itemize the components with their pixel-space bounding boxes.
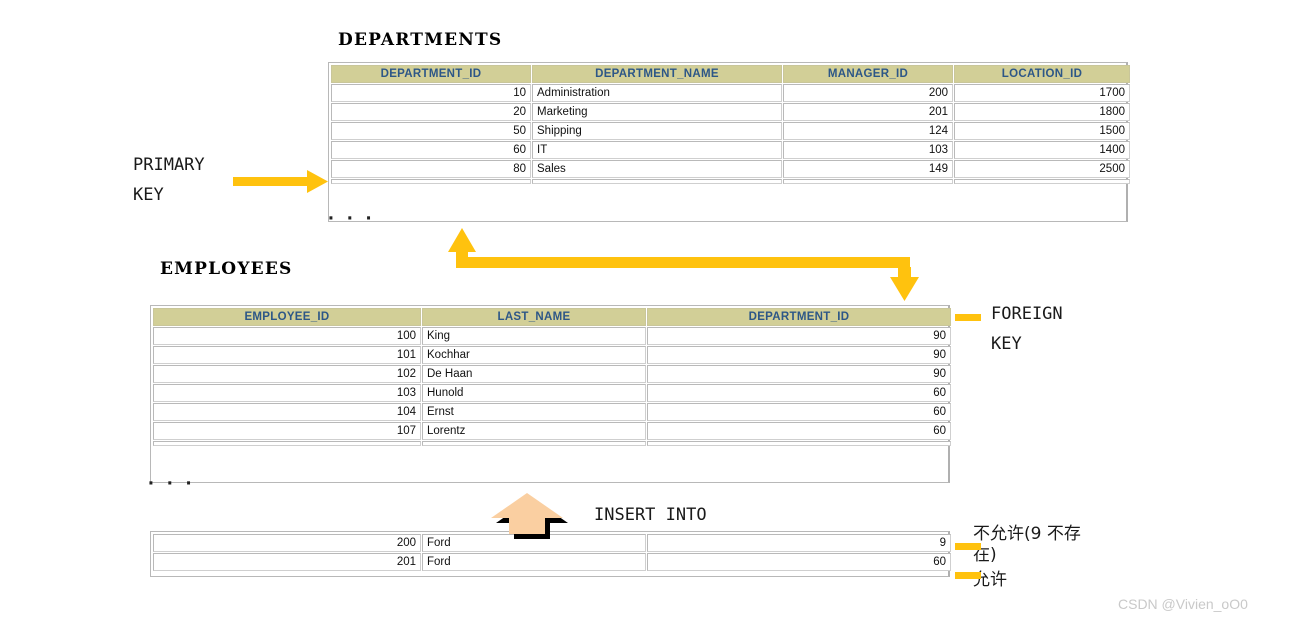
column-header-location-id: LOCATION_ID — [954, 65, 1130, 83]
cell-clipped — [954, 179, 1130, 184]
table-row: 200 Ford 9 — [153, 534, 951, 552]
cell-employee-id: 102 — [153, 365, 421, 383]
cell-department-id: 60 — [647, 403, 951, 421]
table-row: 104 Ernst 60 — [153, 403, 951, 421]
cell-employee-id: 101 — [153, 346, 421, 364]
cell-location-id: 1400 — [954, 141, 1130, 159]
cell-department-name: Shipping — [532, 122, 782, 140]
cell-last-name: Kochhar — [422, 346, 646, 364]
cell-department-id: 60 — [647, 553, 951, 571]
cell-location-id: 1700 — [954, 84, 1130, 102]
cell-location-id: 1500 — [954, 122, 1130, 140]
cell-department-id: 9 — [647, 534, 951, 552]
cell-department-id: 20 — [331, 103, 531, 121]
employees-table: EMPLOYEE_ID LAST_NAME DEPARTMENT_ID 100 … — [150, 305, 951, 483]
cell-department-id: 10 — [331, 84, 531, 102]
cell-employee-id: 103 — [153, 384, 421, 402]
column-header-department-id: DEPARTMENT_ID — [331, 65, 531, 83]
table-row: 50 Shipping 124 1500 — [331, 122, 1130, 140]
cell-last-name: Lorentz — [422, 422, 646, 440]
cell-department-name: IT — [532, 141, 782, 159]
allowed-dash-marker — [955, 572, 981, 579]
cell-last-name: Ford — [422, 553, 646, 571]
departments-ellipsis: · · · — [328, 207, 376, 230]
cell-clipped — [153, 441, 421, 446]
cell-manager-id: 124 — [783, 122, 953, 140]
cell-employee-id: 200 — [153, 534, 421, 552]
employees-ellipsis: · · · — [148, 472, 196, 495]
watermark-text: CSDN @Vivien_oO0 — [1118, 596, 1248, 612]
table-header-row: DEPARTMENT_ID DEPARTMENT_NAME MANAGER_ID… — [331, 65, 1130, 83]
cell-department-id: 50 — [331, 122, 531, 140]
cell-manager-id: 149 — [783, 160, 953, 178]
cell-department-id: 60 — [647, 422, 951, 440]
column-header-employee-id: EMPLOYEE_ID — [153, 308, 421, 326]
departments-table: DEPARTMENT_ID DEPARTMENT_NAME MANAGER_ID… — [328, 62, 1130, 222]
table-row: 102 De Haan 90 — [153, 365, 951, 383]
cell-clipped — [647, 441, 951, 446]
cell-department-id: 80 — [331, 160, 531, 178]
cell-clipped — [783, 179, 953, 184]
cell-employee-id: 100 — [153, 327, 421, 345]
foreign-key-dash-marker — [955, 314, 981, 321]
column-header-last-name: LAST_NAME — [422, 308, 646, 326]
column-header-department-name: DEPARTMENT_NAME — [532, 65, 782, 83]
cell-manager-id: 103 — [783, 141, 953, 159]
cell-department-name: Administration — [532, 84, 782, 102]
table-row: 80 Sales 149 2500 — [331, 160, 1130, 178]
cell-last-name: Ernst — [422, 403, 646, 421]
primary-key-label: PRIMARY KEY — [133, 155, 205, 205]
cell-department-id: 60 — [331, 141, 531, 159]
cell-department-id: 60 — [647, 384, 951, 402]
foreign-key-label: FOREIGN KEY — [991, 304, 1063, 354]
cell-last-name: De Haan — [422, 365, 646, 383]
table-row: 103 Hunold 60 — [153, 384, 951, 402]
employees-table-title: EMPLOYEES — [160, 259, 293, 279]
foreign-key-connector-arrow-icon — [448, 228, 919, 301]
table-row: 101 Kochhar 90 — [153, 346, 951, 364]
cell-department-name: Marketing — [532, 103, 782, 121]
table-row-clipped — [331, 179, 1130, 184]
cell-employee-id: 107 — [153, 422, 421, 440]
not-allowed-dash-marker — [955, 543, 981, 550]
column-header-department-id: DEPARTMENT_ID — [647, 308, 951, 326]
diagram-canvas: DEPARTMENTS DEPARTMENT_ID DEPARTMENT_NAM… — [0, 0, 1296, 624]
cell-location-id: 2500 — [954, 160, 1130, 178]
cell-department-id: 90 — [647, 365, 951, 383]
cell-clipped — [331, 179, 531, 184]
table-header-row: EMPLOYEE_ID LAST_NAME DEPARTMENT_ID — [153, 308, 951, 326]
cell-clipped — [532, 179, 782, 184]
table-row: 20 Marketing 201 1800 — [331, 103, 1130, 121]
cell-last-name: King — [422, 327, 646, 345]
column-header-manager-id: MANAGER_ID — [783, 65, 953, 83]
cell-clipped — [422, 441, 646, 446]
insert-into-label: INSERT INTO — [594, 505, 707, 525]
cell-department-id: 90 — [647, 346, 951, 364]
table-row: 60 IT 103 1400 — [331, 141, 1130, 159]
cell-manager-id: 201 — [783, 103, 953, 121]
cell-department-id: 90 — [647, 327, 951, 345]
cell-manager-id: 200 — [783, 84, 953, 102]
not-allowed-label: 不允许(9 不存在) — [973, 524, 1081, 565]
inserted-rows-table: 200 Ford 9 201 Ford 60 — [150, 531, 951, 577]
cell-last-name: Ford — [422, 534, 646, 552]
primary-key-arrow-icon — [233, 170, 328, 193]
table-row: 107 Lorentz 60 — [153, 422, 951, 440]
cell-last-name: Hunold — [422, 384, 646, 402]
departments-table-title: DEPARTMENTS — [338, 30, 503, 50]
table-row: 100 King 90 — [153, 327, 951, 345]
table-row-clipped — [153, 441, 951, 446]
cell-location-id: 1800 — [954, 103, 1130, 121]
table-row: 10 Administration 200 1700 — [331, 84, 1130, 102]
cell-employee-id: 104 — [153, 403, 421, 421]
cell-department-name: Sales — [532, 160, 782, 178]
cell-employee-id: 201 — [153, 553, 421, 571]
table-row: 201 Ford 60 — [153, 553, 951, 571]
